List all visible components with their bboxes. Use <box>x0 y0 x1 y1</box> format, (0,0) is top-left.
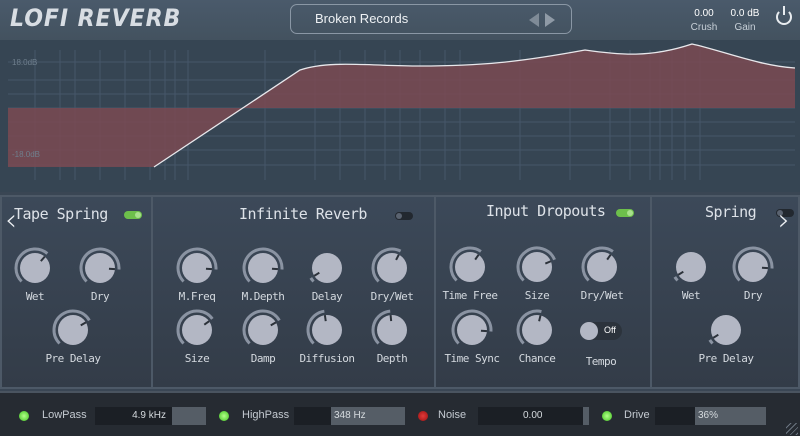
knob-body <box>312 253 342 283</box>
knob-indicator <box>323 315 327 322</box>
knob-body <box>312 315 342 345</box>
power-icon[interactable] <box>776 6 792 25</box>
knob-diffusion[interactable] <box>304 307 350 353</box>
panel-title: Tape Spring <box>14 205 108 223</box>
knob-pre-delay[interactable] <box>50 307 96 353</box>
tempo-switch[interactable]: Off <box>580 322 622 340</box>
knob-arc <box>708 339 714 345</box>
knob-size[interactable] <box>514 244 560 290</box>
knob-body <box>248 315 278 345</box>
knob-m-depth[interactable] <box>240 245 286 291</box>
drive-label: Drive <box>624 409 650 421</box>
knob-body <box>455 252 485 282</box>
knob-dry[interactable] <box>77 245 123 291</box>
knob-body <box>182 315 212 345</box>
prev-page-chevron-icon[interactable]: ‹ <box>5 203 17 238</box>
drive-slider[interactable]: 36% <box>655 407 766 425</box>
knob-dry-wet[interactable] <box>579 244 625 290</box>
knob-label: Dry/Wet <box>580 289 624 302</box>
knob-label: Pre Delay <box>698 352 754 365</box>
knob-delay[interactable] <box>304 245 350 291</box>
highpass-label: HighPass <box>242 409 290 421</box>
drive-value: 36% <box>698 410 719 421</box>
drive-led[interactable] <box>602 411 612 421</box>
eq-bottom-label: -18.0dB <box>12 150 41 159</box>
knob-label: Dry <box>743 289 763 302</box>
knob-size[interactable] <box>174 307 220 353</box>
knob-body <box>587 252 617 282</box>
knob-depth[interactable] <box>369 307 415 353</box>
knob-label: Dry <box>90 290 110 303</box>
logo: LOFI REVERB <box>10 4 182 32</box>
knob-m-freq[interactable] <box>174 245 220 291</box>
tempo-switch-thumb <box>580 322 598 340</box>
knob-indicator <box>389 314 393 322</box>
lowpass-label: LowPass <box>42 409 87 421</box>
crush-label: Crush <box>690 22 718 33</box>
gain-readout[interactable]: 0.0 dB Gain <box>725 8 765 33</box>
knob-label: Pre Delay <box>45 352 101 365</box>
lowpass-slider[interactable]: 4.9 kHz <box>95 407 206 425</box>
highpass-value: 348 Hz <box>334 410 366 421</box>
gain-value: 0.0 dB <box>730 8 760 19</box>
eq-svg[interactable] <box>0 40 800 192</box>
noise-slider[interactable]: 0.00 <box>478 407 589 425</box>
gain-label: Gain <box>734 22 756 33</box>
noise-label: Noise <box>438 409 467 421</box>
knob-wet[interactable] <box>12 245 58 291</box>
tape-spring-toggle[interactable] <box>124 211 142 219</box>
panel-title: Input Dropouts <box>486 202 606 220</box>
bottom-bar: LowPass 4.9 kHz HighPass 348 Hz Noise 0.… <box>0 391 800 436</box>
header: LOFI REVERB Broken Records 0.00 Crush 0.… <box>0 0 800 40</box>
knob-indicator <box>538 315 542 322</box>
next-preset-icon[interactable] <box>545 13 555 27</box>
knob-body <box>377 253 407 283</box>
knob-dry[interactable] <box>730 244 776 290</box>
crush-value: 0.00 <box>694 8 714 19</box>
lowpass-value: 4.9 kHz <box>132 410 166 421</box>
resize-grip-icon[interactable] <box>786 423 798 435</box>
knob-time-free[interactable] <box>447 244 493 290</box>
knob-dry-wet[interactable] <box>369 245 415 291</box>
input-dropouts-toggle[interactable] <box>616 209 634 217</box>
knob-damp[interactable] <box>240 307 286 353</box>
knob-body <box>522 252 552 282</box>
knob-label: Depth <box>376 352 408 365</box>
preset-selector[interactable]: Broken Records <box>290 4 572 34</box>
knob-arc <box>673 276 679 282</box>
knob-arc <box>309 277 315 283</box>
eq-graph[interactable]: 18.0dB -18.0dB 201 <box>0 40 800 254</box>
knob-body <box>676 252 706 282</box>
eq-top-label: 18.0dB <box>12 58 38 67</box>
lowpass-led[interactable] <box>19 411 29 421</box>
knob-pre-delay[interactable] <box>703 307 749 353</box>
infinite-reverb-toggle[interactable] <box>395 212 413 220</box>
highpass-led[interactable] <box>219 411 229 421</box>
highpass-slider[interactable]: 348 Hz <box>294 407 405 425</box>
knob-body <box>58 315 88 345</box>
knob-label: Dry/Wet <box>370 290 414 303</box>
noise-led[interactable] <box>418 411 428 421</box>
knob-body <box>711 315 741 345</box>
noise-fill <box>583 407 589 425</box>
panel-title: Infinite Reverb <box>239 205 367 223</box>
knob-time-sync[interactable] <box>449 307 495 353</box>
noise-value: 0.00 <box>523 410 543 421</box>
preset-name[interactable]: Broken Records <box>315 11 408 26</box>
prev-preset-icon[interactable] <box>529 13 539 27</box>
knob-body <box>522 315 552 345</box>
knob-body <box>20 253 50 283</box>
lowpass-fill <box>172 407 206 425</box>
knob-wet[interactable] <box>668 244 714 290</box>
knob-chance[interactable] <box>514 307 560 353</box>
next-page-chevron-icon[interactable]: › <box>778 203 790 238</box>
panel-title: Spring <box>705 203 757 221</box>
knob-label: Chance <box>518 352 556 365</box>
tempo-state: Off <box>604 325 616 335</box>
crush-readout[interactable]: 0.00 Crush <box>684 8 724 33</box>
